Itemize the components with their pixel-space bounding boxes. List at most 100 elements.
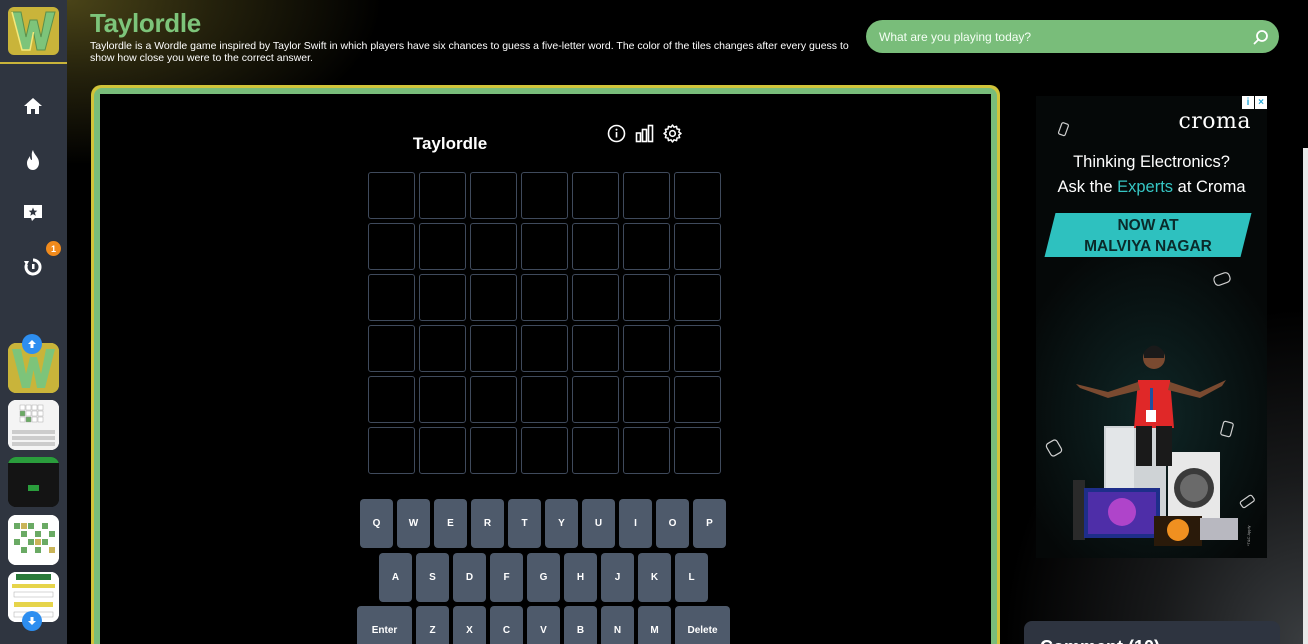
stats-icon[interactable] bbox=[635, 124, 654, 143]
key-d[interactable]: D bbox=[453, 553, 486, 602]
grid-tile bbox=[419, 427, 466, 474]
info-icon[interactable] bbox=[607, 124, 626, 143]
key-l[interactable]: L bbox=[675, 553, 708, 602]
key-t[interactable]: T bbox=[508, 499, 541, 548]
key-z[interactable]: Z bbox=[416, 606, 449, 644]
key-n[interactable]: N bbox=[601, 606, 634, 644]
grid-tile bbox=[674, 172, 721, 219]
key-enter[interactable]: Enter bbox=[357, 606, 412, 644]
settings-icon[interactable] bbox=[663, 124, 682, 143]
grid-tile bbox=[521, 325, 568, 372]
scroll-up-button[interactable] bbox=[22, 334, 42, 354]
logo-container[interactable] bbox=[0, 0, 67, 64]
game-thumb-wordle-variant-3[interactable] bbox=[8, 515, 59, 565]
grid-tile bbox=[572, 274, 619, 321]
ad-subheadline: Ask the Experts at Croma bbox=[1057, 178, 1246, 196]
key-g[interactable]: G bbox=[527, 553, 560, 602]
guess-grid bbox=[368, 172, 721, 474]
page-scrollbar[interactable] bbox=[1303, 148, 1308, 644]
key-o[interactable]: O bbox=[656, 499, 689, 548]
key-p[interactable]: P bbox=[693, 499, 726, 548]
grid-tile bbox=[572, 172, 619, 219]
grid-tile bbox=[470, 274, 517, 321]
key-y[interactable]: Y bbox=[545, 499, 578, 548]
grid-tile bbox=[572, 325, 619, 372]
grid-tile bbox=[368, 172, 415, 219]
home-icon[interactable] bbox=[20, 93, 46, 119]
key-s[interactable]: S bbox=[416, 553, 449, 602]
svg-text:*T&C Apply: *T&C Apply bbox=[1246, 526, 1251, 546]
grid-tile bbox=[470, 172, 517, 219]
search-icon[interactable] bbox=[1253, 29, 1269, 45]
game-toolbar bbox=[607, 124, 682, 143]
adchoices[interactable]: i × bbox=[1242, 96, 1267, 109]
key-c[interactable]: C bbox=[490, 606, 523, 644]
grid-tile bbox=[674, 325, 721, 372]
key-u[interactable]: U bbox=[582, 499, 615, 548]
grid-tile bbox=[623, 376, 670, 423]
game-frame: Taylordle QWERTYUIOP ASDFGHJKL Enter Z X C V… bbox=[91, 85, 1000, 644]
keyboard-row-3: Enter Z X C V B N M Delete bbox=[357, 606, 730, 644]
history-badge: 1 bbox=[46, 241, 61, 256]
grid-tile bbox=[674, 427, 721, 474]
search-input[interactable] bbox=[879, 29, 1239, 44]
key-w[interactable]: W bbox=[397, 499, 430, 548]
grid-tile bbox=[521, 427, 568, 474]
grid-tile bbox=[674, 223, 721, 270]
fire-icon[interactable] bbox=[20, 147, 46, 173]
star-icon[interactable] bbox=[20, 200, 46, 226]
game-thumb-wordle-variant-2[interactable] bbox=[8, 457, 59, 507]
adchoices-info-icon[interactable]: i bbox=[1242, 96, 1254, 109]
ad-banner-text: NOW AT MALVIYA NAGAR bbox=[1084, 217, 1212, 255]
grid-tile bbox=[521, 376, 568, 423]
grid-tile bbox=[623, 325, 670, 372]
key-e[interactable]: E bbox=[434, 499, 467, 548]
grid-tile bbox=[470, 325, 517, 372]
key-j[interactable]: J bbox=[601, 553, 634, 602]
grid-tile bbox=[572, 223, 619, 270]
site-logo bbox=[8, 7, 59, 55]
grid-tile bbox=[419, 325, 466, 372]
grid-tile bbox=[368, 376, 415, 423]
grid-tile bbox=[368, 325, 415, 372]
history-icon[interactable] bbox=[20, 254, 46, 280]
key-q[interactable]: Q bbox=[360, 499, 393, 548]
grid-tile bbox=[674, 274, 721, 321]
grid-tile bbox=[368, 223, 415, 270]
comments-header[interactable]: Comment (10) bbox=[1024, 621, 1280, 644]
grid-tile bbox=[674, 376, 721, 423]
game-area[interactable]: Taylordle QWERTYUIOP ASDFGHJKL Enter Z X C V… bbox=[100, 94, 991, 644]
grid-tile bbox=[572, 427, 619, 474]
grid-tile bbox=[623, 427, 670, 474]
key-h[interactable]: H bbox=[564, 553, 597, 602]
key-x[interactable]: X bbox=[453, 606, 486, 644]
search-bar[interactable] bbox=[866, 20, 1279, 53]
key-m[interactable]: M bbox=[638, 606, 671, 644]
grid-tile bbox=[470, 376, 517, 423]
key-i[interactable]: I bbox=[619, 499, 652, 548]
grid-tile bbox=[419, 172, 466, 219]
key-f[interactable]: F bbox=[490, 553, 523, 602]
grid-tile bbox=[623, 274, 670, 321]
key-r[interactable]: R bbox=[471, 499, 504, 548]
key-v[interactable]: V bbox=[527, 606, 560, 644]
grid-tile bbox=[419, 223, 466, 270]
adchoices-close-icon[interactable]: × bbox=[1255, 96, 1267, 109]
key-a[interactable]: A bbox=[379, 553, 412, 602]
key-delete[interactable]: Delete bbox=[675, 606, 730, 644]
advertisement[interactable]: *T&C Apply i × croma Thinking Electronic… bbox=[1036, 96, 1267, 558]
key-b[interactable]: B bbox=[564, 606, 597, 644]
ad-headline: Thinking Electronics? bbox=[1073, 153, 1230, 171]
grid-tile bbox=[572, 376, 619, 423]
game-title: Taylordle bbox=[412, 134, 488, 153]
grid-tile bbox=[521, 274, 568, 321]
grid-tile bbox=[419, 376, 466, 423]
grid-tile bbox=[368, 274, 415, 321]
grid-tile bbox=[521, 172, 568, 219]
scroll-down-button[interactable] bbox=[22, 611, 42, 631]
sidebar: 1 bbox=[0, 0, 67, 644]
grid-tile bbox=[623, 223, 670, 270]
game-thumb-wordle-variant-1[interactable] bbox=[8, 400, 59, 450]
ad-brand-logo: croma bbox=[1178, 109, 1251, 134]
key-k[interactable]: K bbox=[638, 553, 671, 602]
